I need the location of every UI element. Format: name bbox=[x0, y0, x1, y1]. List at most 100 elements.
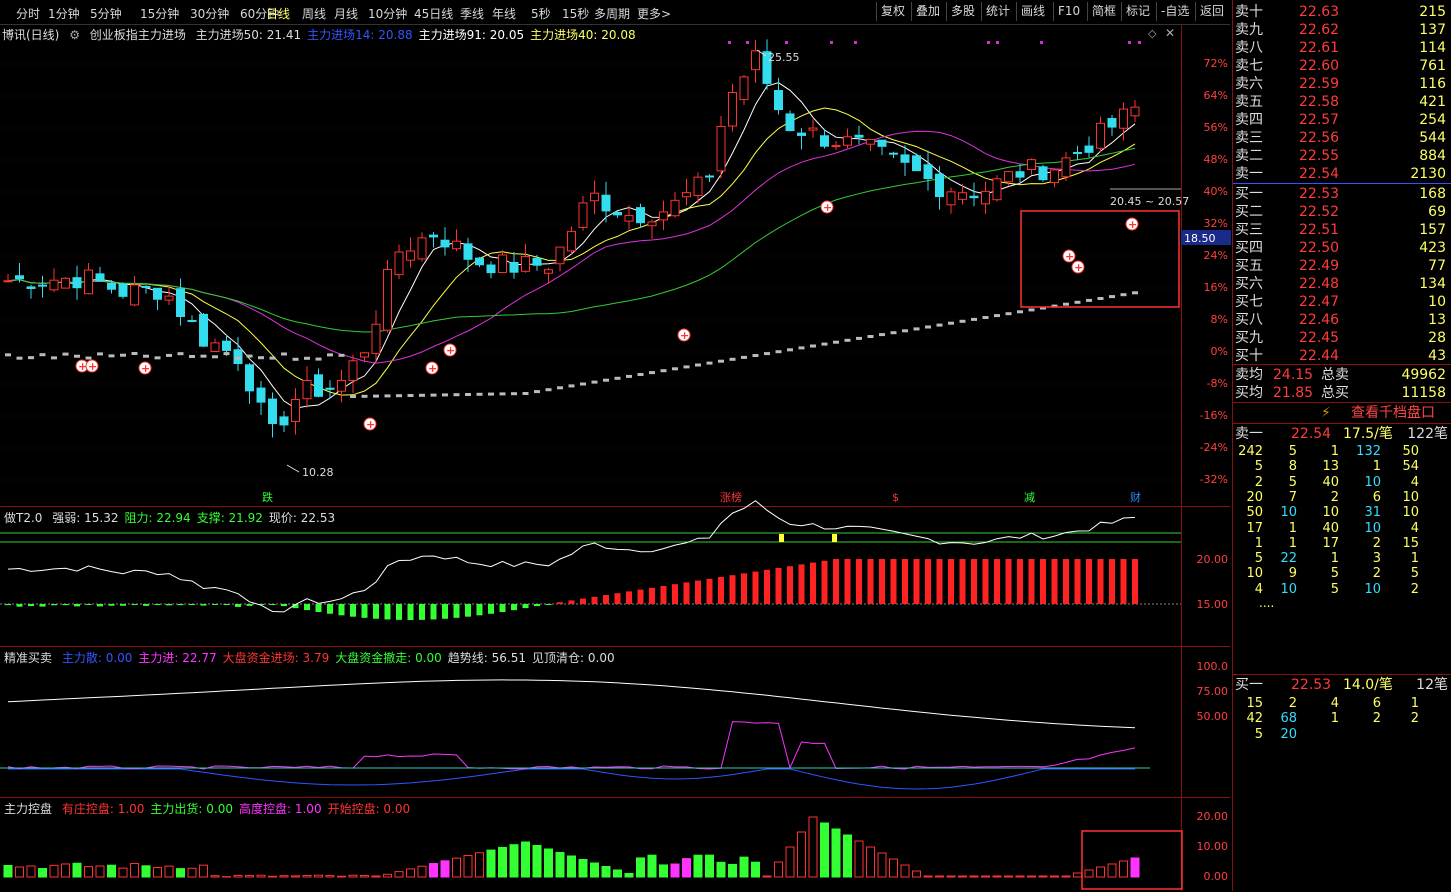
book-row[interactable]: 卖三22.56544 bbox=[1233, 129, 1451, 147]
control-bar bbox=[73, 863, 81, 877]
index-candle bbox=[672, 367, 678, 370]
t20-bar bbox=[442, 604, 448, 619]
t20-bar bbox=[1052, 559, 1058, 604]
book-row[interactable]: 买三22.51157 bbox=[1233, 221, 1451, 239]
book-row[interactable]: 卖二22.55884 bbox=[1233, 147, 1451, 165]
book-volume: 215 bbox=[1419, 3, 1446, 21]
index-candle bbox=[925, 326, 931, 329]
buy-signal-plus: + bbox=[446, 344, 455, 357]
y-axis-label: 32% bbox=[1186, 217, 1228, 230]
book-price: 22.52 bbox=[1299, 203, 1339, 221]
t20-bar bbox=[143, 604, 149, 606]
book-volume: 69 bbox=[1428, 203, 1446, 221]
book-row[interactable]: 卖十22.63215 bbox=[1233, 3, 1451, 21]
book-row[interactable]: 卖九22.62137 bbox=[1233, 21, 1451, 39]
t20-bar bbox=[557, 602, 563, 604]
t20-bar bbox=[5, 604, 11, 605]
control-bar bbox=[453, 858, 461, 877]
candle-body bbox=[211, 343, 219, 352]
t20-bar bbox=[833, 559, 839, 604]
index-candle bbox=[948, 322, 954, 325]
book-price: 22.53 bbox=[1299, 185, 1339, 203]
buy-signal-plus: + bbox=[1074, 261, 1083, 274]
index-candle bbox=[741, 356, 747, 359]
t20-bar bbox=[718, 577, 724, 604]
book-row[interactable]: 卖四22.57254 bbox=[1233, 111, 1451, 129]
book-volume: 884 bbox=[1419, 147, 1446, 165]
control-bar bbox=[809, 817, 817, 877]
queue-cell: 5 bbox=[1267, 475, 1297, 490]
chart-canvas[interactable]: +++++++++++25.5510.2820.45 ~ 20.5718.50跌… bbox=[0, 0, 1232, 891]
control-bar bbox=[39, 869, 47, 877]
index-candle bbox=[764, 352, 770, 355]
index-candle bbox=[511, 392, 517, 395]
control-bar bbox=[1085, 870, 1093, 877]
candle-body bbox=[395, 252, 403, 275]
low-label: 10.28 bbox=[302, 466, 334, 479]
book-price: 22.54 bbox=[1299, 165, 1339, 183]
book-volume: 77 bbox=[1428, 257, 1446, 275]
book-level-label: 买六 bbox=[1235, 275, 1263, 293]
summary-value: 21.85 bbox=[1273, 384, 1313, 402]
book-row[interactable]: 卖一22.542130 bbox=[1233, 165, 1451, 183]
queue-cell: 10 bbox=[1351, 521, 1381, 536]
control-bar bbox=[62, 864, 70, 877]
book-row[interactable]: 卖七22.60761 bbox=[1233, 57, 1451, 75]
t20-bar bbox=[1132, 559, 1138, 604]
book-row[interactable]: 买十22.4443 bbox=[1233, 347, 1451, 365]
book-row[interactable]: 卖六22.59116 bbox=[1233, 75, 1451, 93]
view-depth-button[interactable]: ⚡查看千档盘口 bbox=[1233, 404, 1451, 422]
candle-body bbox=[62, 278, 70, 288]
control-bar bbox=[821, 823, 829, 877]
buy-signal-plus: + bbox=[88, 360, 97, 373]
control-bar bbox=[234, 875, 242, 877]
book-row[interactable]: 买七22.4710 bbox=[1233, 293, 1451, 311]
book-row[interactable]: 买四22.50423 bbox=[1233, 239, 1451, 257]
book-row[interactable]: 买二22.5269 bbox=[1233, 203, 1451, 221]
book-row[interactable]: 卖八22.61114 bbox=[1233, 39, 1451, 57]
control-bar bbox=[476, 853, 484, 877]
event-marker: 财 bbox=[1130, 490, 1141, 504]
control-bar bbox=[936, 876, 944, 877]
queue-count: 12笔 bbox=[1416, 676, 1448, 694]
book-row[interactable]: 买九22.4528 bbox=[1233, 329, 1451, 347]
book-price: 22.58 bbox=[1299, 93, 1339, 111]
highlight-box bbox=[1021, 211, 1179, 307]
queue-cell: 1 bbox=[1233, 536, 1263, 551]
book-row[interactable]: 买八22.4613 bbox=[1233, 311, 1451, 329]
book-volume: 761 bbox=[1419, 57, 1446, 75]
index-candle bbox=[212, 355, 218, 358]
index-candle bbox=[247, 355, 253, 358]
book-level-label: 买十 bbox=[1235, 347, 1263, 365]
index-candle bbox=[178, 352, 184, 355]
main-scatter-line bbox=[8, 769, 1135, 789]
queue-cell: 2 bbox=[1389, 711, 1419, 726]
t20-bar bbox=[960, 559, 966, 604]
candle-body bbox=[73, 278, 81, 288]
index-candle bbox=[166, 354, 172, 357]
control-bar bbox=[786, 847, 794, 877]
index-candle bbox=[431, 394, 437, 397]
t20-bar bbox=[569, 600, 575, 604]
t20-bar bbox=[925, 559, 931, 604]
book-row[interactable]: 买五22.4977 bbox=[1233, 257, 1451, 275]
y-axis-label: 20.00 bbox=[1186, 810, 1228, 823]
queue-header: 卖一22.5417.5/笔122笔 bbox=[1233, 425, 1451, 443]
index-candle bbox=[557, 386, 563, 389]
t20-bar bbox=[396, 604, 402, 620]
book-volume: 13 bbox=[1428, 311, 1446, 329]
book-row[interactable]: 买六22.48134 bbox=[1233, 275, 1451, 293]
index-candle bbox=[28, 356, 34, 359]
t20-bar bbox=[879, 559, 885, 604]
queue-cell: 4 bbox=[1233, 582, 1263, 597]
candle-body bbox=[372, 324, 380, 353]
book-row[interactable]: 买一22.53168 bbox=[1233, 185, 1451, 203]
index-candle bbox=[132, 352, 138, 355]
queue-cell: 4 bbox=[1389, 475, 1419, 490]
control-bar bbox=[556, 853, 564, 878]
candle-body bbox=[867, 139, 875, 144]
index-candle bbox=[1075, 301, 1081, 304]
index-candle bbox=[442, 393, 448, 396]
book-row[interactable]: 卖五22.58421 bbox=[1233, 93, 1451, 111]
t20-bar bbox=[488, 604, 494, 614]
